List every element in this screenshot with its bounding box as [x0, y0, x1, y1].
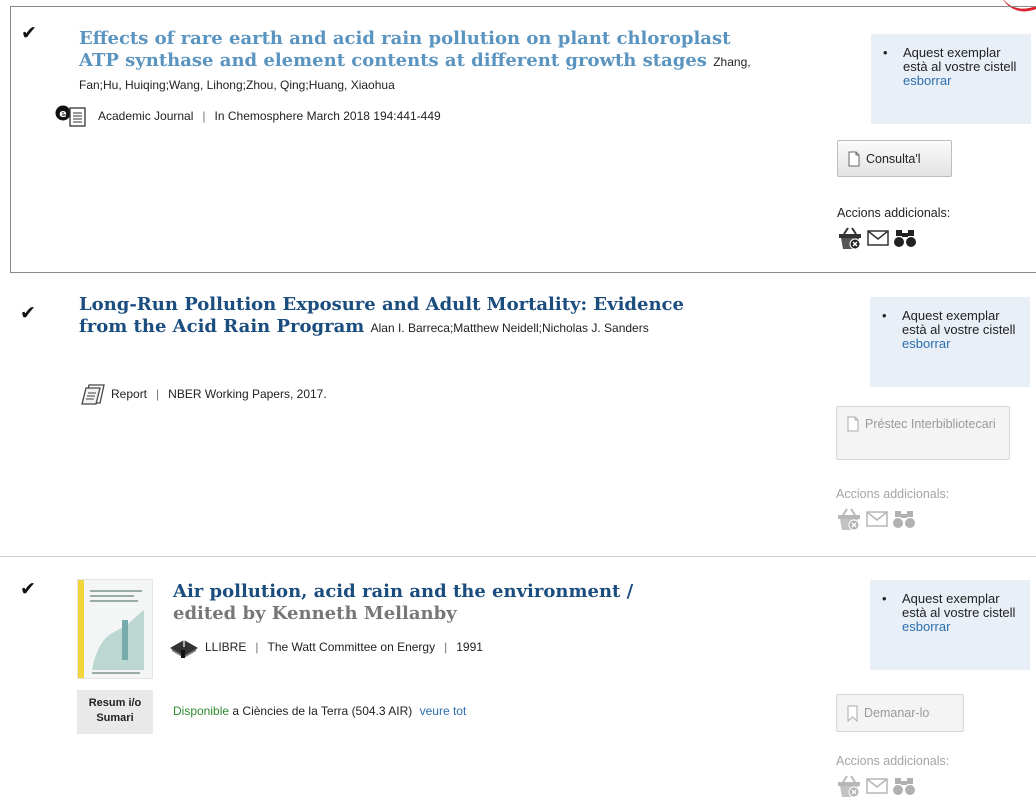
report-icon [80, 383, 111, 405]
ejournal-icon: e [55, 105, 94, 127]
record-title-link[interactable]: Effects of rare earth and acid rain poll… [79, 28, 730, 71]
document-icon [848, 151, 860, 166]
email-icon[interactable] [866, 511, 888, 527]
svg-text:e: e [59, 107, 66, 120]
additional-actions [836, 506, 916, 532]
request-button[interactable]: Demanar-lo [836, 694, 964, 732]
bullet: • [882, 308, 887, 323]
email-icon[interactable] [866, 778, 888, 794]
record-meta: Report | NBER Working Papers, 2017. [80, 383, 327, 405]
additional-actions-label: Accions addicionals: [836, 487, 950, 501]
summary-link[interactable]: Resum i/o Sumari [77, 690, 153, 734]
binoculars-icon[interactable] [892, 776, 916, 796]
bullet: • [883, 45, 888, 60]
cart-status-text: Aquest exemplar està al vostre cistell [902, 591, 1016, 620]
record-subtitle: edited by Kenneth Mellanby [173, 603, 457, 624]
select-checkbox[interactable]: ✔ [20, 580, 38, 599]
availability-location: a Ciències de la Terra (504.3 AIR) [232, 704, 413, 718]
additional-actions-label: Accions addicionals: [837, 206, 951, 220]
book-icon [168, 636, 205, 658]
record-authors: Alan I. Barreca;Matthew Neidell;Nicholas… [370, 321, 649, 335]
basket-remove-icon[interactable] [836, 773, 862, 799]
email-icon[interactable] [867, 230, 889, 246]
cart-status-box: • Aquest exemplar està al vostre cistell… [870, 580, 1030, 670]
binoculars-icon[interactable] [893, 228, 917, 248]
basket-remove-icon[interactable] [836, 506, 862, 532]
availability-line: Disponible a Ciències de la Terra (504.3… [173, 704, 466, 718]
book-cover-thumbnail[interactable] [77, 579, 153, 679]
separator: | [156, 387, 160, 401]
record-publisher: The Watt Committee on Energy [267, 640, 436, 654]
result-record: ✔ Long-Run Pollution Exposure and Adult … [0, 278, 1036, 550]
record-title: Effects of rare earth and acid rain poll… [79, 28, 759, 96]
additional-actions-label: Accions addicionals: [836, 754, 950, 768]
separator: | [202, 109, 206, 123]
bullet: • [882, 591, 887, 606]
cart-status-text: Aquest exemplar està al vostre cistell [902, 308, 1016, 337]
remove-from-cart-link[interactable]: esborrar [902, 336, 950, 351]
cart-status-box: • Aquest exemplar està al vostre cistell… [870, 297, 1030, 387]
record-title: Air pollution, acid rain and the environ… [173, 581, 713, 625]
consult-button-label: Consulta'l [866, 151, 921, 166]
result-record: ✔ Effects of rare earth and acid rain po… [10, 6, 1036, 273]
cart-status-text: Aquest exemplar està al vostre cistell [903, 45, 1017, 74]
record-meta: LLIBRE | The Watt Committee on Energy | … [168, 636, 483, 658]
additional-actions [836, 773, 916, 799]
consult-button[interactable]: Consulta'l [837, 140, 952, 177]
interlibrary-loan-button[interactable]: Préstec Interbibliotecari [836, 406, 1010, 460]
record-meta: e Academic Journal | In Chemosphere Marc… [55, 105, 441, 127]
separator: | [255, 640, 259, 654]
remove-from-cart-link[interactable]: esborrar [902, 619, 950, 634]
additional-actions [837, 225, 917, 251]
bookmark-icon [847, 705, 858, 722]
record-year: 1991 [456, 640, 483, 654]
record-format: Academic Journal [98, 109, 194, 123]
binoculars-icon[interactable] [892, 509, 916, 529]
remove-from-cart-link[interactable]: esborrar [903, 73, 951, 88]
request-button-label: Demanar-lo [864, 706, 930, 720]
select-checkbox[interactable]: ✔ [20, 304, 38, 323]
record-title-link[interactable]: Air pollution, acid rain and the environ… [173, 581, 620, 602]
select-checkbox[interactable]: ✔ [21, 24, 39, 43]
separator: | [444, 640, 448, 654]
record-format: Report [111, 387, 148, 401]
availability-status: Disponible [173, 704, 230, 718]
record-source: NBER Working Papers, 2017. [168, 387, 327, 401]
record-source: In Chemosphere March 2018 194:441-449 [214, 109, 441, 123]
title-separator: / [626, 581, 634, 602]
cart-status-box: • Aquest exemplar està al vostre cistell… [871, 34, 1031, 124]
record-title: Long-Run Pollution Exposure and Adult Mo… [79, 294, 709, 339]
interlibrary-loan-button-label: Préstec Interbibliotecari [865, 417, 996, 431]
record-format: LLIBRE [205, 640, 247, 654]
result-record: ✔ Resum i/o Sumari Air pollution, acid r… [0, 556, 1036, 805]
see-all-link[interactable]: veure tot [420, 704, 467, 718]
basket-remove-icon[interactable] [837, 225, 863, 251]
